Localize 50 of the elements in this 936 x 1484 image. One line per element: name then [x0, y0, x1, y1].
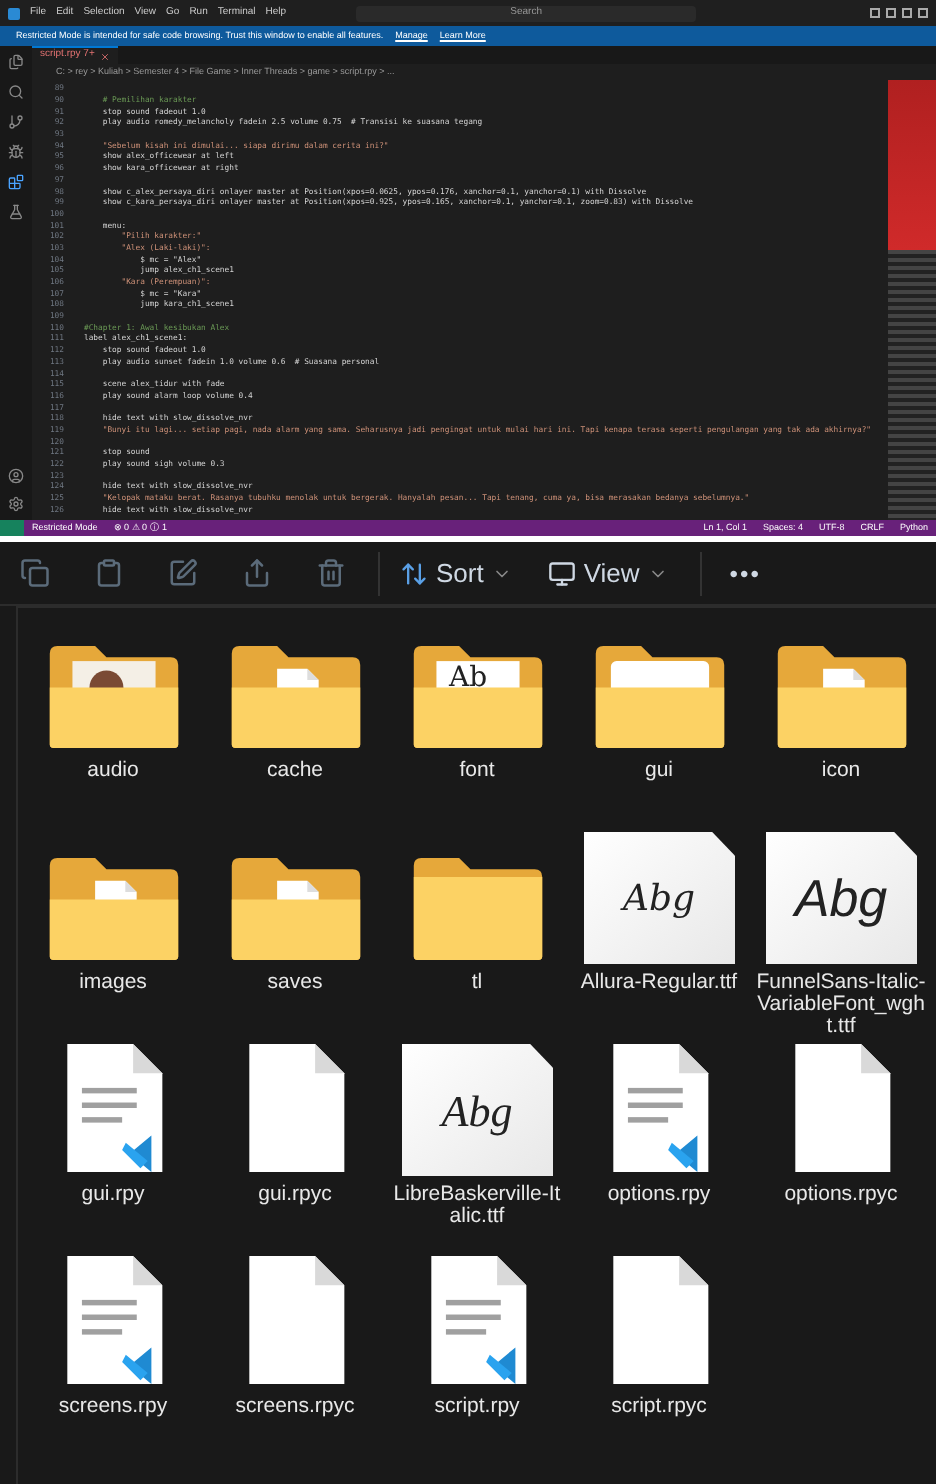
file-name[interactable]: options.rpy [573, 1184, 745, 1206]
view-button[interactable]: View [547, 553, 668, 593]
folder-icon [409, 854, 545, 964]
file-name[interactable]: options.rpyc [755, 1184, 927, 1206]
font-sample: Abg [622, 875, 696, 923]
file-name[interactable]: FunnelSans-Italic-VariableFont_wght.ttf [755, 972, 927, 1038]
file-name[interactable]: LibreBaskerville-Italic.ttf [391, 1184, 563, 1228]
font-sample: Abg [441, 1083, 513, 1140]
account-icon[interactable] [8, 468, 24, 484]
file-name[interactable]: screens.rpyc [209, 1396, 381, 1418]
folder-icon [227, 854, 363, 964]
font-sample: Abg [794, 865, 888, 931]
share-icon[interactable] [242, 558, 272, 588]
settings-icon[interactable] [8, 496, 24, 512]
file-name[interactable]: gui.rpyc [209, 1184, 381, 1206]
app-logo-icon [8, 7, 20, 19]
file-name[interactable]: audio [27, 760, 199, 782]
file-name[interactable]: cache [209, 760, 381, 782]
activity-icon[interactable] [8, 114, 24, 130]
folder-icon [409, 642, 545, 752]
activity-icon[interactable] [8, 84, 24, 100]
more-button[interactable]: ••• [729, 555, 761, 591]
file-name[interactable]: saves [209, 972, 381, 994]
file-name[interactable]: images [27, 972, 199, 994]
folder-icon [591, 642, 727, 752]
file-name[interactable]: script.rpy [391, 1396, 563, 1418]
sort-icon [400, 559, 428, 587]
folder-icon [773, 642, 909, 752]
folder-icon [45, 642, 181, 752]
folder-icon [45, 854, 181, 964]
file-name[interactable]: gui.rpy [27, 1184, 199, 1206]
file-name[interactable]: screens.rpy [27, 1396, 199, 1418]
paste-icon[interactable] [94, 558, 124, 588]
copy-icon[interactable] [20, 558, 50, 588]
font-sample: Ab [449, 664, 488, 692]
delete-icon[interactable] [316, 558, 346, 588]
file-name[interactable]: font [391, 760, 563, 782]
folder-icon [227, 642, 363, 752]
rename-icon[interactable] [168, 558, 198, 588]
file-name[interactable]: script.rpyc [573, 1396, 745, 1418]
file-name[interactable]: icon [755, 760, 927, 782]
file-name[interactable]: tl [391, 972, 563, 994]
view-icon [547, 559, 576, 587]
sort-button[interactable]: Sort [400, 553, 512, 593]
activity-icon[interactable] [8, 174, 24, 190]
activity-icon[interactable] [8, 204, 24, 220]
file-name[interactable]: gui [573, 760, 745, 782]
activity-icon[interactable] [8, 144, 24, 160]
file-name[interactable]: Allura-Regular.ttf [573, 972, 745, 994]
activity-icon[interactable] [8, 54, 24, 70]
